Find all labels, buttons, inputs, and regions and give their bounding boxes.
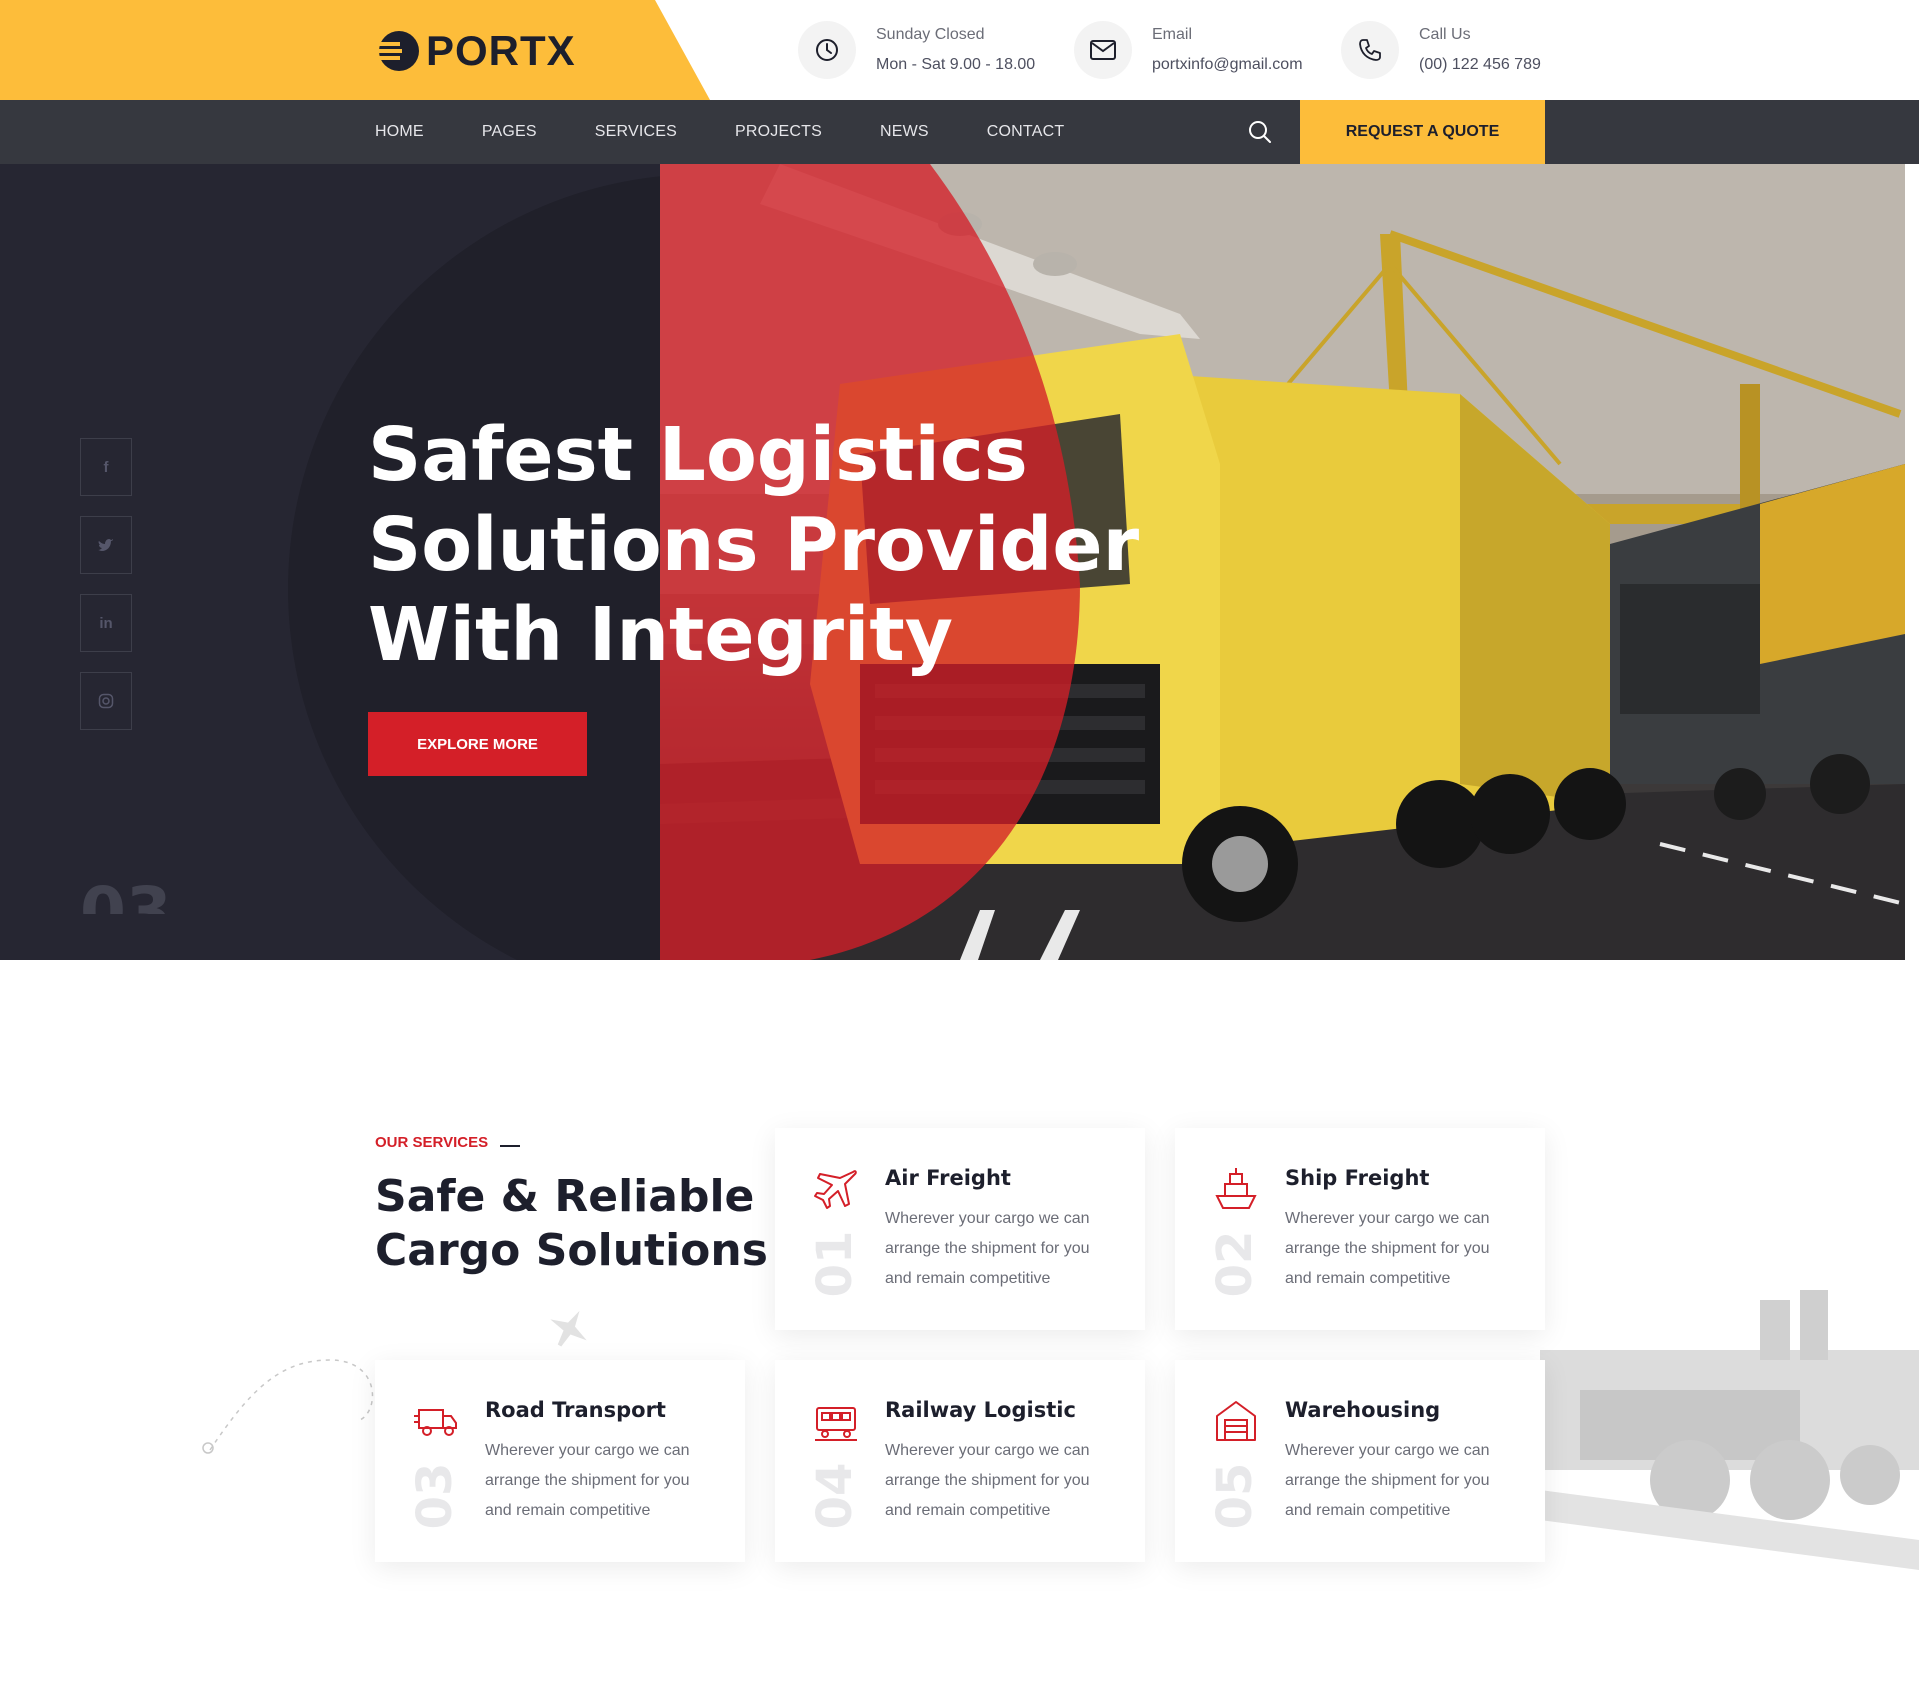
service-title: Road Transport	[485, 1398, 666, 1422]
services-title: Safe & Reliable Cargo Solutions	[375, 1170, 768, 1278]
nav-projects[interactable]: PROJECTS	[735, 123, 822, 141]
hero-title-line-1: Safest Logistics	[368, 412, 1028, 498]
main-nav: HOME PAGES SERVICES PROJECTS NEWS CONTAC…	[0, 100, 1919, 164]
mail-icon	[1074, 21, 1132, 79]
service-description: Wherever your cargo we can arrange the s…	[885, 1210, 1090, 1287]
hero-title-line-2: Solutions Provider	[368, 502, 1140, 588]
label-dash	[500, 1144, 521, 1147]
service-description: Wherever your cargo we can arrange the s…	[885, 1442, 1090, 1519]
email-value[interactable]: portxinfo@gmail.com	[1152, 50, 1303, 80]
airplane-icon	[813, 1166, 859, 1212]
brand-name: PORTX	[426, 27, 576, 74]
hours-label: Sunday Closed	[876, 26, 985, 43]
service-description: Wherever your cargo we can arrange the s…	[485, 1442, 690, 1519]
social-links: f in	[80, 438, 132, 750]
service-description: Wherever your cargo we can arrange the s…	[1285, 1442, 1490, 1519]
phone-icon	[1341, 21, 1399, 79]
service-card-ship-freight[interactable]: 02 Ship Freight Wherever your cargo we c…	[1175, 1128, 1545, 1330]
nav-contact[interactable]: CONTACT	[987, 123, 1065, 141]
explore-more-button[interactable]: EXPLORE MORE	[368, 712, 587, 776]
hours-info: Sunday Closed Mon - Sat 9.00 - 18.00	[798, 20, 1035, 80]
services-title-line-1: Safe & Reliable	[375, 1171, 755, 1222]
twitter-icon[interactable]	[80, 516, 132, 574]
service-title: Air Freight	[885, 1166, 1011, 1190]
service-card-railway-logistic[interactable]: 04 Railway Logistic Wherever your cargo …	[775, 1360, 1145, 1562]
train-icon	[813, 1398, 859, 1444]
brand-logo[interactable]: PORTX	[374, 27, 576, 74]
service-card-warehousing[interactable]: 05 Warehousing Wherever your cargo we ca…	[1175, 1360, 1545, 1562]
nav-news[interactable]: NEWS	[880, 123, 929, 141]
nav-pages[interactable]: PAGES	[482, 123, 537, 141]
nav-home[interactable]: HOME	[375, 123, 424, 141]
service-title: Railway Logistic	[885, 1398, 1076, 1422]
services-label: OUR SERVICES	[375, 1134, 521, 1151]
linkedin-icon[interactable]: in	[80, 594, 132, 652]
email-label: Email	[1152, 26, 1193, 43]
service-title: Ship Freight	[1285, 1166, 1430, 1190]
service-title: Warehousing	[1285, 1398, 1441, 1422]
page: PORTX Sunday Closed Mon - Sat 9.00 - 18.…	[0, 0, 1919, 1683]
services-title-line-2: Cargo Solutions	[375, 1225, 768, 1276]
clock-icon	[798, 21, 856, 79]
truck-icon	[413, 1398, 459, 1444]
hero-slider: f in Safest Logistics Solutions Provider…	[0, 164, 1919, 960]
warehouse-icon	[1213, 1398, 1259, 1444]
logo-backdrop	[0, 0, 710, 100]
service-card-air-freight[interactable]: 01 Air Freight Wherever your cargo we ca…	[775, 1128, 1145, 1330]
services-label-text: OUR SERVICES	[375, 1134, 489, 1151]
service-card-road-transport[interactable]: 03 Road Transport Wherever your cargo we…	[375, 1360, 745, 1562]
search-icon[interactable]	[1246, 118, 1274, 146]
instagram-icon[interactable]	[80, 672, 132, 730]
service-number: 02	[1207, 1230, 1263, 1298]
phone-info: Call Us (00) 122 456 789	[1341, 20, 1541, 80]
hours-value: Mon - Sat 9.00 - 18.00	[876, 56, 1036, 73]
facebook-icon[interactable]: f	[80, 438, 132, 496]
service-number: 03	[407, 1462, 463, 1530]
request-quote-button[interactable]: REQUEST A QUOTE	[1300, 100, 1545, 164]
top-bar: PORTX Sunday Closed Mon - Sat 9.00 - 18.…	[0, 0, 1919, 100]
hero-title-line-3: With Integrity	[368, 592, 954, 678]
airplane-decoration-icon	[550, 1310, 587, 1347]
service-number: 04	[807, 1462, 863, 1530]
slide-number-text: 03	[80, 873, 172, 914]
hero-edge	[1905, 164, 1919, 960]
logo-icon	[374, 28, 420, 74]
service-number: 01	[807, 1230, 863, 1298]
service-description: Wherever your cargo we can arrange the s…	[1285, 1210, 1490, 1287]
hero-title: Safest Logistics Solutions Provider With…	[368, 410, 1140, 680]
slide-number: 03	[80, 872, 200, 914]
train-decoration	[1540, 1290, 1919, 1570]
ship-icon	[1213, 1166, 1259, 1212]
phone-value[interactable]: (00) 122 456 789	[1419, 50, 1541, 80]
nav-services[interactable]: SERVICES	[595, 123, 677, 141]
service-number: 05	[1207, 1462, 1263, 1530]
email-info: Email portxinfo@gmail.com	[1074, 20, 1303, 80]
phone-label: Call Us	[1419, 26, 1471, 43]
